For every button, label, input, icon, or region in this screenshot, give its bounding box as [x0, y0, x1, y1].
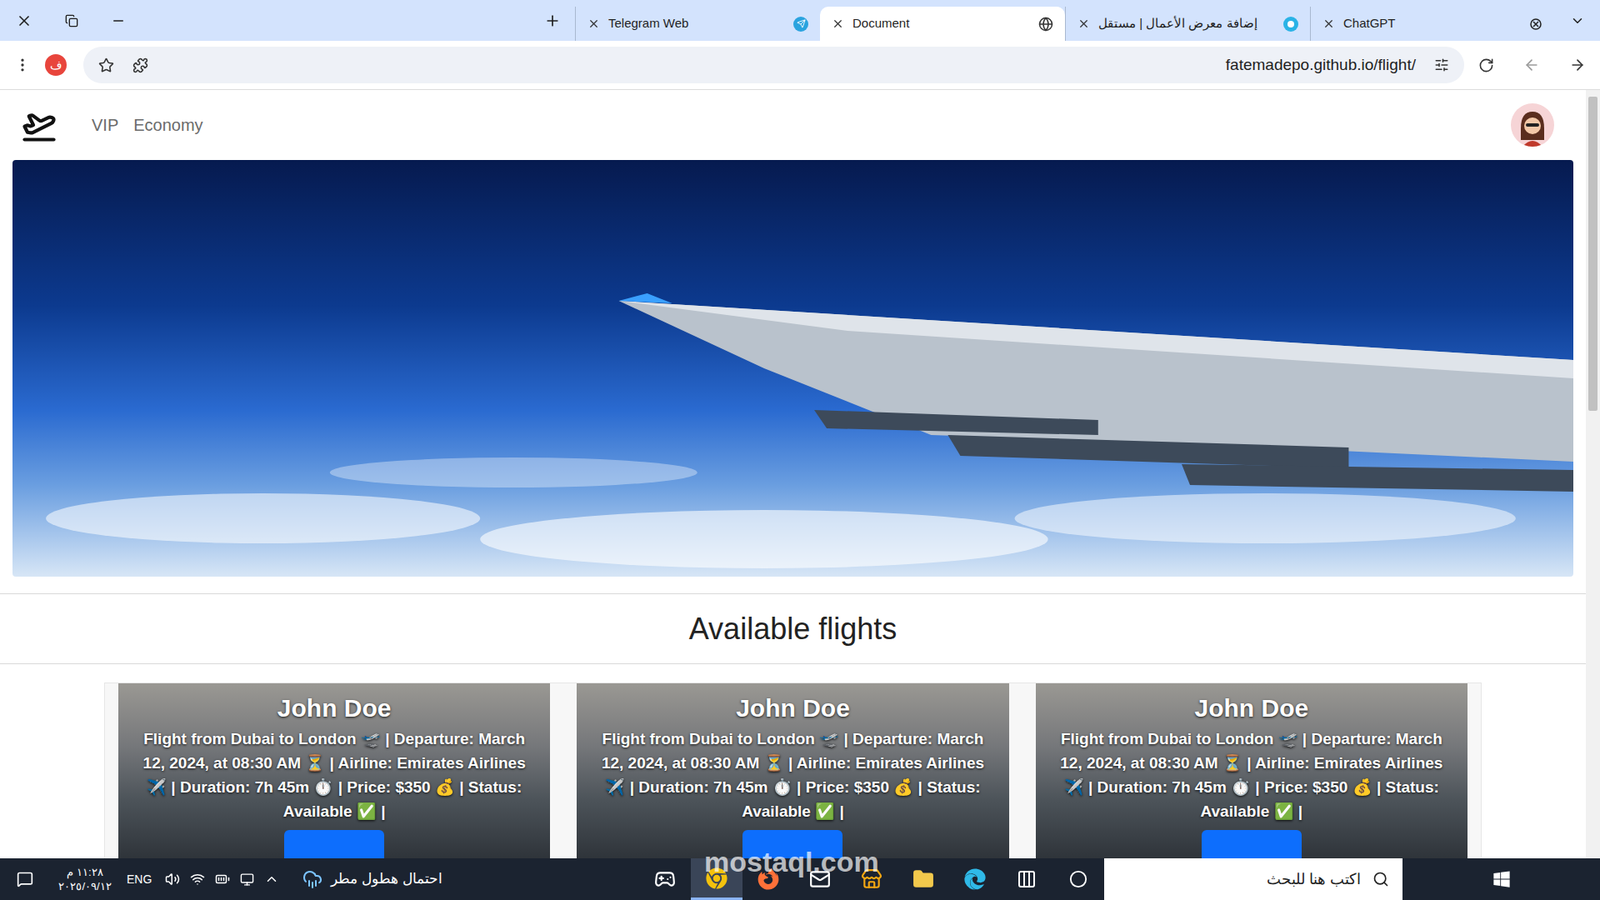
volume-icon[interactable] [165, 871, 180, 887]
book-button[interactable] [1201, 830, 1302, 859]
tab-title: ChatGPT [1343, 14, 1520, 34]
weather-widget[interactable]: احتمال هطول مطر [302, 868, 442, 890]
mail-icon [809, 868, 831, 890]
globe-icon [1038, 16, 1054, 32]
mostaql-icon [1283, 16, 1299, 32]
url-text: fatemadepo.github.io/flight/ [1225, 53, 1416, 78]
navbar: VIP Economy [0, 90, 1586, 160]
taskbar-app[interactable] [794, 858, 846, 900]
taskbar: ١١:٢٨ م٢٠٢٥/٠٩/١٢ENGاحتمال هطول مطراكتب … [0, 858, 1600, 900]
profile-button[interactable]: ف [45, 54, 67, 76]
browser-tab[interactable]: ChatGPT [1310, 6, 1555, 41]
browser-tab[interactable]: إضافة معرض الأعمال | مستقل [1065, 6, 1310, 41]
taskbar-app[interactable] [690, 858, 743, 900]
date: ٢٠٢٥/٠٩/١٢ [58, 879, 111, 894]
tab-title: Document [852, 14, 1030, 34]
restore-window-icon[interactable] [65, 14, 79, 28]
card-description: Flight from Dubai to London 🛫 | Departur… [590, 726, 995, 824]
store-icon [860, 868, 883, 890]
edge-icon [964, 868, 986, 890]
hero-image [12, 160, 1574, 577]
card-title: John Doe [735, 693, 850, 724]
screen: Telegram Web Document إضافة معرض الأعمال |… [0, 0, 1600, 900]
toolbar: ف fatemadepo.github.io/flight/ [0, 40, 1600, 90]
telegram-icon [793, 16, 809, 32]
firefox-icon [757, 868, 780, 890]
avatar[interactable] [1510, 103, 1555, 147]
search-icon [1372, 870, 1390, 888]
flight-card[interactable]: John DoeFlight from Dubai to London 🛫 | … [576, 683, 1009, 859]
cards-container: John DoeFlight from Dubai to London 🛫 | … [104, 682, 1482, 859]
rain-icon [302, 869, 323, 890]
taskbar-app[interactable] [1000, 858, 1053, 900]
card-title: John Doe [1194, 693, 1309, 724]
close-tab-icon[interactable] [587, 17, 600, 30]
nav-link[interactable]: VIP [91, 112, 119, 138]
plane-logo-icon[interactable] [21, 107, 57, 143]
task-view-icon [1016, 869, 1037, 890]
web-page: VIPEconomyAvailable flightsJohn DoeFligh… [0, 90, 1600, 859]
site-settings-icon[interactable] [1434, 57, 1450, 73]
card-description: Flight from Dubai to London 🛫 | Departur… [131, 726, 537, 824]
minimize-window-icon[interactable] [110, 13, 126, 29]
chatgpt-icon [1528, 16, 1544, 32]
xbox-icon [654, 868, 676, 890]
search-placeholder: اكتب هنا للبحث [1266, 868, 1361, 891]
scrollbar[interactable] [1585, 90, 1600, 859]
browser-tab[interactable]: Telegram Web [575, 6, 820, 41]
forward-icon[interactable] [1569, 56, 1586, 74]
notifications-icon[interactable] [16, 870, 34, 888]
nav-link[interactable]: Economy [133, 112, 203, 138]
close-tab-icon[interactable] [1077, 17, 1090, 30]
avatar-icon [1510, 103, 1555, 147]
card-title: John Doe [277, 693, 392, 724]
language-indicator[interactable]: ENG [120, 870, 159, 889]
book-button[interactable] [284, 830, 385, 859]
taskbar-app[interactable] [742, 858, 795, 900]
hidden-icons-icon[interactable] [264, 871, 280, 887]
airplane-wing-icon [12, 160, 1574, 577]
tab-strip: Telegram Web Document إضافة معرض الأعمال |… [0, 0, 1600, 41]
display-icon[interactable] [240, 872, 255, 887]
new-tab-button[interactable] [540, 0, 565, 41]
windows-start-icon[interactable] [1492, 870, 1511, 889]
menu-icon[interactable] [14, 56, 31, 74]
window-controls [0, 0, 142, 41]
taskbar-app[interactable] [897, 858, 950, 900]
taskbar-app[interactable] [845, 858, 898, 900]
taskbar-app[interactable] [1052, 858, 1105, 900]
flight-card[interactable]: John DoeFlight from Dubai to London 🛫 | … [1035, 683, 1468, 859]
tab-title: Telegram Web [608, 14, 785, 34]
back-icon[interactable] [1523, 56, 1540, 74]
time: ١١:٢٨ م [66, 865, 103, 880]
close-tab-icon[interactable] [831, 17, 845, 30]
tab-search-icon[interactable] [1570, 13, 1585, 29]
browser-tab[interactable]: Document [820, 6, 1065, 41]
extension-icon[interactable] [132, 57, 149, 74]
close-window-icon[interactable] [15, 12, 33, 30]
section-heading: Available flights [0, 594, 1586, 664]
plus-icon [544, 12, 561, 30]
page-content: VIPEconomyAvailable flightsJohn DoeFligh… [0, 90, 1586, 859]
flight-card[interactable]: John DoeFlight from Dubai to London 🛫 | … [118, 683, 550, 859]
omnibox[interactable]: fatemadepo.github.io/flight/ [83, 46, 1465, 84]
taskbar-app[interactable] [949, 858, 1001, 900]
reload-icon[interactable] [1478, 57, 1495, 74]
folder-icon [912, 868, 935, 890]
battery-icon[interactable] [215, 871, 230, 887]
book-button[interactable] [742, 830, 843, 859]
chrome-icon [705, 867, 728, 890]
card-description: Flight from Dubai to London 🛫 | Departur… [1049, 726, 1455, 824]
bookmark-star-icon[interactable] [98, 57, 115, 74]
clock[interactable]: ١١:٢٨ م٢٠٢٥/٠٩/١٢ [50, 865, 120, 894]
watermark: mostaql.com [704, 845, 880, 879]
taskbar-app[interactable] [639, 858, 691, 900]
tab-title: إضافة معرض الأعمال | مستقل [1098, 14, 1275, 34]
search-box[interactable]: اكتب هنا للبحث [1104, 858, 1403, 900]
close-tab-icon[interactable] [1322, 17, 1335, 30]
wifi-icon[interactable] [190, 871, 205, 887]
cortana-icon [1069, 870, 1088, 889]
